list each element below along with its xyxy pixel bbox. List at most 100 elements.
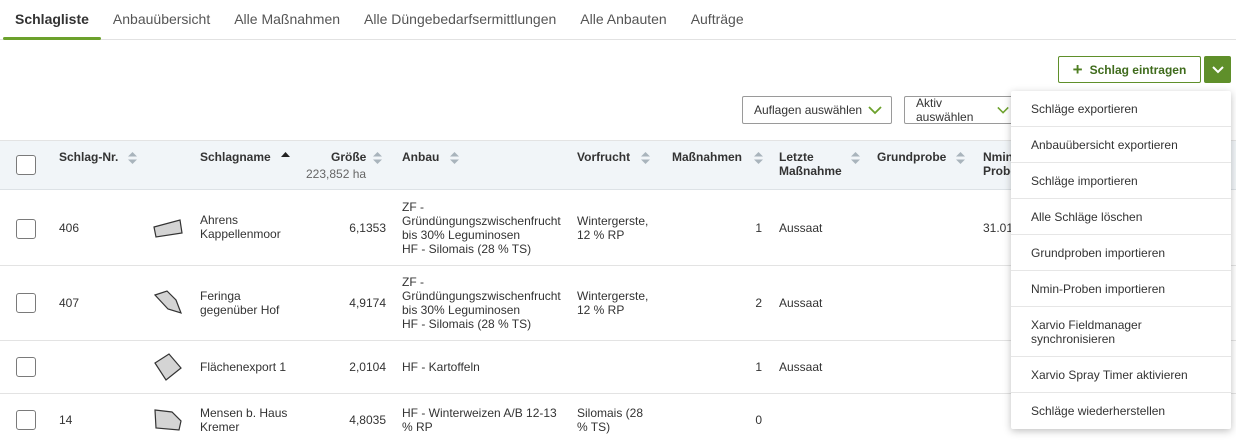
cell-anbau: ZF - Gründüngungszwischenfrucht bis 30% … [402, 275, 561, 331]
vorfrucht-line2: 12 % RP [577, 228, 625, 242]
anbau-line1: HF - Winterweizen A/B 12-13 [402, 406, 557, 420]
schlagname-line1: Flächenexport 1 [200, 360, 287, 374]
header-letzte-massnahme[interactable]: Letzte Maßnahme [779, 150, 842, 178]
schlagname-line2: Kremer [200, 420, 240, 434]
cell-vorfrucht: Wintergerste, 12 % RP [577, 289, 648, 317]
cell-nmin-probe: 31.01 [983, 221, 1014, 235]
cell-schlag-nr: 407 [59, 296, 80, 310]
sort-icon[interactable] [450, 152, 459, 164]
schlagname-line2: Kappellenmoor [200, 227, 281, 241]
menu-item-xarvio-spray-timer[interactable]: Xarvio Spray Timer aktivieren [1011, 357, 1231, 393]
cell-letzte-massnahme: Aussaat [779, 296, 823, 310]
cell-schlagname: Feringa gegenüber Hof [200, 289, 279, 317]
tab-alle-anbauten[interactable]: Alle Anbauten [568, 0, 678, 39]
cell-schlag-nr: 406 [59, 221, 80, 235]
groesse-total: 223,852 ha [306, 167, 367, 181]
cell-massnahmen: 0 [755, 413, 762, 427]
cell-groesse: 6,1353 [349, 221, 386, 235]
more-actions-dropdown-button[interactable] [1204, 56, 1231, 83]
vorfrucht-line2: 12 % RP [577, 303, 625, 317]
sort-ascending-icon[interactable] [281, 152, 290, 164]
vorfrucht-line1: Silomais (28 [577, 406, 644, 420]
menu-item-label: Nmin-Proben importieren [1031, 281, 1166, 296]
header-grundprobe[interactable]: Grundprobe [877, 150, 946, 164]
menu-item-xarvio-fieldmanager-sync[interactable]: Xarvio Fieldmanager synchronisieren [1011, 307, 1231, 357]
auflagen-filter[interactable]: Auflagen auswählen [742, 96, 892, 124]
tab-auftraege[interactable]: Aufträge [679, 0, 756, 39]
header-letzte-line1: Letzte [779, 150, 814, 164]
cell-schlagname: Flächenexport 1 [200, 360, 286, 374]
cell-vorfrucht: Silomais (28 % TS) [577, 406, 643, 434]
anbau-line4: HF - Silomais (28 % TS) [402, 242, 532, 256]
header-anbau[interactable]: Anbau [402, 150, 439, 164]
chevron-down-icon [1211, 65, 1224, 73]
cell-vorfrucht: Wintergerste, 12 % RP [577, 214, 648, 242]
schlagname-line1: Feringa [200, 289, 241, 303]
row-checkbox[interactable] [16, 219, 36, 239]
row-checkbox[interactable] [16, 357, 36, 377]
menu-item-anbauuebersicht-exportieren[interactable]: Anbauübersicht exportieren [1011, 127, 1231, 163]
vorfrucht-line1: Wintergerste, [577, 214, 649, 228]
cell-massnahmen: 2 [755, 296, 762, 310]
sort-icon[interactable] [851, 152, 860, 164]
vorfrucht-line2: % TS) [577, 420, 611, 434]
header-vorfrucht[interactable]: Vorfrucht [577, 150, 630, 164]
menu-item-nmin-proben-importieren[interactable]: Nmin-Proben importieren [1011, 271, 1231, 307]
sort-icon[interactable] [956, 152, 965, 164]
row-checkbox[interactable] [16, 410, 36, 430]
anbau-line3: bis 30% Leguminosen [402, 228, 521, 242]
anbau-line1: ZF - [402, 200, 424, 214]
sort-icon[interactable] [373, 152, 382, 164]
cell-groesse: 4,9174 [349, 296, 386, 310]
menu-item-label: Anbauübersicht exportieren [1031, 137, 1178, 152]
header-schlagname[interactable]: Schlagname [200, 150, 271, 164]
sort-icon[interactable] [128, 152, 137, 164]
menu-item-label: Schläge importieren [1031, 173, 1138, 188]
menu-item-label-line1: Xarvio Fieldmanager [1031, 317, 1142, 332]
tab-alle-duengebedarfsermittlungen[interactable]: Alle Düngebedarfsermittlungen [352, 0, 568, 39]
menu-item-label-line2: synchronisieren [1031, 331, 1116, 346]
plus-icon: + [1072, 60, 1083, 79]
field-shape-icon [154, 409, 182, 431]
sort-icon[interactable] [641, 152, 650, 164]
cell-anbau: ZF - Gründüngungszwischenfrucht bis 30% … [402, 200, 561, 256]
field-shape-icon [153, 290, 183, 314]
sort-icon[interactable] [754, 152, 763, 164]
chevron-down-icon [868, 105, 882, 114]
chevron-down-icon [997, 106, 1009, 114]
tab-alle-massnahmen[interactable]: Alle Maßnahmen [222, 0, 352, 39]
menu-item-grundproben-importieren[interactable]: Grundproben importieren [1011, 235, 1231, 271]
tab-anbauuebersicht[interactable]: Anbauübersicht [101, 0, 222, 39]
add-schlag-label: Schlag eintragen [1089, 62, 1187, 77]
header-groesse[interactable]: Größe [331, 150, 366, 164]
aktiv-filter-label: Aktiv auswählen [916, 96, 974, 124]
field-shape-icon [154, 353, 182, 381]
menu-item-label: Schläge exportieren [1031, 101, 1138, 116]
cell-anbau: HF - Winterweizen A/B 12-13 % RP [402, 406, 557, 434]
menu-item-alle-schlaege-loeschen[interactable]: Alle Schläge löschen [1011, 199, 1231, 235]
anbau-line1: HF - Kartoffeln [402, 360, 480, 374]
add-schlag-button[interactable]: + Schlag eintragen [1058, 56, 1201, 83]
anbau-line2: % RP [402, 420, 433, 434]
schlagname-line2: gegenüber Hof [200, 303, 280, 317]
row-checkbox[interactable] [16, 293, 36, 313]
menu-item-schlaege-wiederherstellen[interactable]: Schläge wiederherstellen [1011, 393, 1231, 429]
cell-massnahmen: 1 [755, 360, 762, 374]
cell-massnahmen: 1 [755, 221, 762, 235]
anbau-line2: Gründüngungszwischenfrucht [402, 214, 561, 228]
tab-schlagliste[interactable]: Schlagliste [3, 0, 101, 40]
menu-item-schlaege-exportieren[interactable]: Schläge exportieren [1011, 91, 1231, 127]
menu-item-schlaege-importieren[interactable]: Schläge importieren [1011, 163, 1231, 199]
add-actions: + Schlag eintragen [1058, 56, 1231, 83]
select-all-checkbox[interactable] [16, 155, 36, 175]
auflagen-filter-label: Auflagen auswählen [754, 103, 863, 117]
menu-item-label: Alle Schläge löschen [1031, 209, 1143, 224]
field-shape-icon [153, 219, 183, 238]
cell-schlag-nr: 14 [59, 413, 73, 427]
header-massnahmen[interactable]: Maßnahmen [672, 150, 742, 164]
tab-bar: Schlagliste Anbauübersicht Alle Maßnahme… [0, 0, 1236, 40]
header-schlag-nr[interactable]: Schlag-Nr. [59, 150, 118, 164]
anbau-line3: bis 30% Leguminosen [402, 303, 521, 317]
menu-item-label: Grundproben importieren [1031, 245, 1166, 260]
aktiv-filter[interactable]: Aktiv auswählen [904, 96, 1016, 124]
